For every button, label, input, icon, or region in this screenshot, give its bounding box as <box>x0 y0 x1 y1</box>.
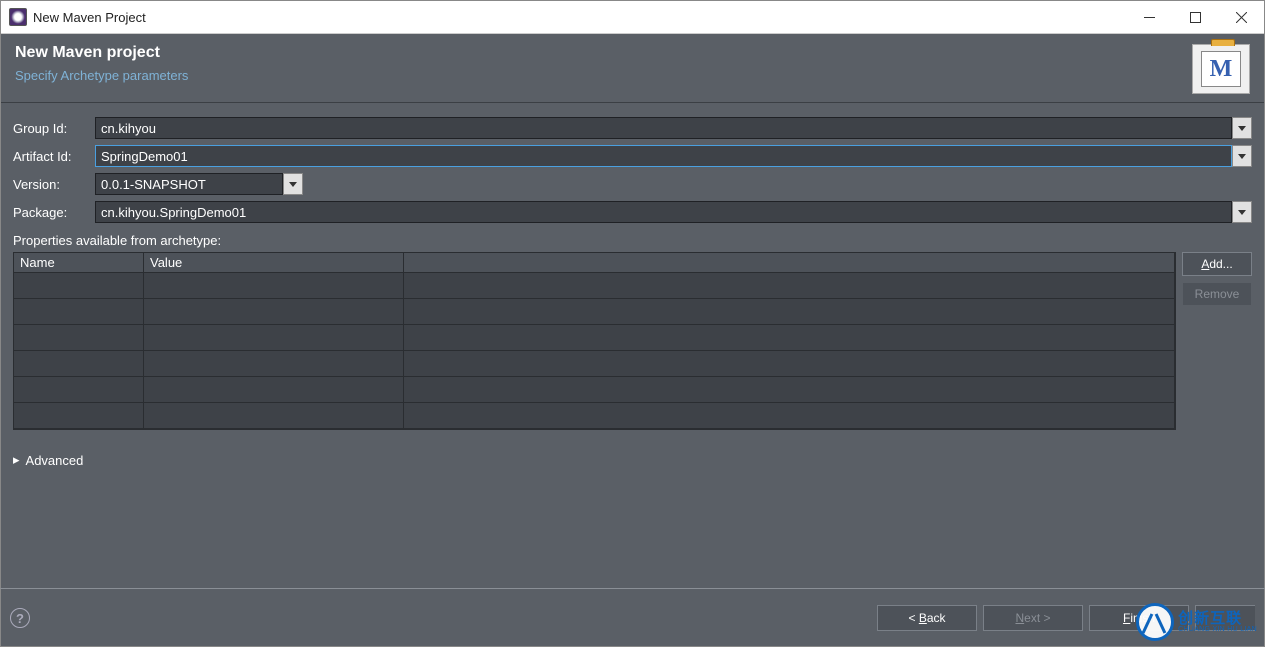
row-artifact-id: Artifact Id: <box>13 145 1252 167</box>
label-artifact-id: Artifact Id: <box>13 149 95 164</box>
table-row[interactable] <box>14 273 1175 299</box>
version-dropdown[interactable] <box>283 173 303 195</box>
artifact-id-combo <box>95 145 1252 167</box>
package-dropdown[interactable] <box>1232 201 1252 223</box>
back-button[interactable]: < Back <box>877 605 977 631</box>
row-package: Package: <box>13 201 1252 223</box>
table-row[interactable] <box>14 351 1175 377</box>
advanced-label: Advanced <box>26 453 84 468</box>
advanced-toggle[interactable]: ▸ Advanced <box>13 452 1252 468</box>
watermark: 创新互联 CHUANG XIN HU LIAN <box>1136 603 1257 641</box>
window-title: New Maven Project <box>33 10 1126 25</box>
properties-table[interactable]: Name Value <box>13 252 1176 430</box>
form-area: Group Id: Artifact Id: Version: Package:… <box>1 103 1264 478</box>
next-button: Next > <box>983 605 1083 631</box>
chevron-right-icon: ▸ <box>13 452 20 468</box>
table-row[interactable] <box>14 299 1175 325</box>
watermark-en: CHUANG XIN HU LIAN <box>1178 626 1257 633</box>
table-row[interactable] <box>14 377 1175 403</box>
table-row[interactable] <box>14 325 1175 351</box>
page-subtitle: Specify Archetype parameters <box>15 68 188 83</box>
window-controls <box>1126 1 1264 33</box>
table-row[interactable] <box>14 403 1175 429</box>
group-id-dropdown[interactable] <box>1232 117 1252 139</box>
remove-button: Remove <box>1182 282 1252 306</box>
help-icon[interactable]: ? <box>10 608 30 628</box>
maximize-button[interactable] <box>1172 1 1218 33</box>
artifact-id-dropdown[interactable] <box>1232 145 1252 167</box>
artifact-id-input[interactable] <box>95 145 1232 167</box>
watermark-cn: 创新互联 <box>1178 611 1257 626</box>
properties-heading: Properties available from archetype: <box>13 233 1252 248</box>
add-button[interactable]: Add... <box>1182 252 1252 276</box>
row-version: Version: <box>13 173 1252 195</box>
minimize-button[interactable] <box>1126 1 1172 33</box>
close-button[interactable] <box>1218 1 1264 33</box>
group-id-combo <box>95 117 1252 139</box>
table-header: Name Value <box>14 253 1175 273</box>
page-title: New Maven project <box>15 44 188 62</box>
properties-row: Name Value Add... Remove <box>13 252 1252 430</box>
version-combo <box>95 173 303 195</box>
package-input[interactable] <box>95 201 1232 223</box>
label-version: Version: <box>13 177 95 192</box>
wizard-header: New Maven project Specify Archetype para… <box>1 34 1264 103</box>
col-value[interactable]: Value <box>144 253 404 273</box>
label-package: Package: <box>13 205 95 220</box>
version-input[interactable] <box>95 173 283 195</box>
properties-side-buttons: Add... Remove <box>1182 252 1252 312</box>
maven-icon: M <box>1192 44 1250 94</box>
col-name[interactable]: Name <box>14 253 144 273</box>
watermark-icon <box>1136 603 1174 641</box>
wizard-footer: ? < Back Next > Finish <box>0 589 1265 647</box>
group-id-input[interactable] <box>95 117 1232 139</box>
label-group-id: Group Id: <box>13 121 95 136</box>
row-group-id: Group Id: <box>13 117 1252 139</box>
package-combo <box>95 201 1252 223</box>
col-rest <box>404 253 1175 273</box>
titlebar: New Maven Project <box>1 1 1264 34</box>
eclipse-icon <box>9 8 27 26</box>
